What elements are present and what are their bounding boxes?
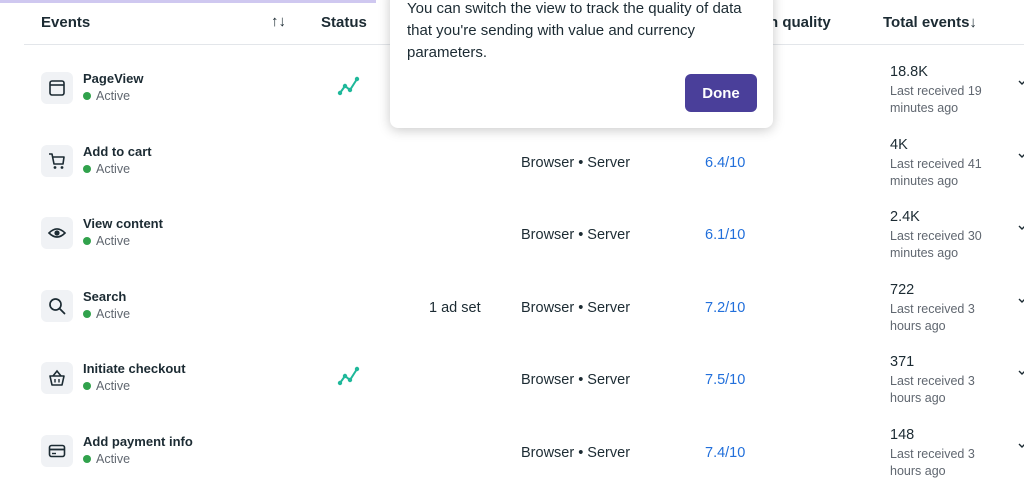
active-status-dot <box>83 92 91 100</box>
event-status: Active <box>83 162 130 176</box>
event-status-label: Active <box>96 379 131 393</box>
basket-icon <box>49 369 65 386</box>
last-received-text: Last received 41 minutes ago <box>890 157 982 188</box>
event-icon-container <box>41 217 73 249</box>
event-icon-container <box>41 435 73 467</box>
last-received-text: Last received 3 hours ago <box>890 302 975 333</box>
page-icon <box>49 80 65 96</box>
event-name[interactable]: Add payment info <box>83 434 193 449</box>
event-name[interactable]: Initiate checkout <box>83 361 186 376</box>
events-column-header[interactable]: Events <box>41 14 90 31</box>
active-status-dot <box>83 310 91 318</box>
total-events-count: 148 <box>890 427 915 443</box>
total-events-count: 4K <box>890 137 908 153</box>
event-status: Active <box>83 307 130 321</box>
table-row[interactable]: Initiate checkout Active Browser • Serve… <box>24 354 1024 426</box>
active-status-dot <box>83 165 91 173</box>
total-events-count: 18.8K <box>890 64 928 80</box>
event-status: Active <box>83 379 130 393</box>
event-status: Active <box>83 452 130 466</box>
event-match-quality[interactable]: 7.5/10 <box>705 372 745 388</box>
event-icon-container <box>41 290 73 322</box>
sort-icon[interactable]: ↑↓ <box>271 13 286 30</box>
event-name[interactable]: View content <box>83 216 163 231</box>
event-name[interactable]: Search <box>83 289 126 304</box>
search-icon <box>49 298 66 315</box>
event-status-label: Active <box>96 452 131 466</box>
table-row[interactable]: Search Active 1 ad set Browser • Server … <box>24 282 1024 354</box>
chevron-down-icon[interactable] <box>1018 78 1024 86</box>
integration-type: Browser • Server <box>521 155 631 171</box>
event-icon-container <box>41 145 73 177</box>
chevron-down-icon[interactable] <box>1018 223 1024 231</box>
event-name[interactable]: PageView <box>83 71 143 86</box>
table-row[interactable]: Add payment info Active Browser • Server… <box>24 427 1024 499</box>
event-match-quality[interactable]: 6.4/10 <box>705 155 745 171</box>
last-received-text: Last received 30 minutes ago <box>890 229 982 260</box>
integration-type: Browser • Server <box>521 445 631 461</box>
last-received-text: Last received 3 hours ago <box>890 374 975 405</box>
card-icon <box>48 444 66 458</box>
event-icon-container <box>41 72 73 104</box>
event-status: Active <box>83 89 130 103</box>
event-match-quality[interactable]: 7.4/10 <box>705 445 745 461</box>
event-status-label: Active <box>96 307 131 321</box>
done-button[interactable]: Done <box>685 74 757 112</box>
table-row[interactable]: View content Active Browser • Server 6.1… <box>24 209 1024 281</box>
chevron-down-icon[interactable] <box>1018 296 1024 304</box>
integration-type: Browser • Server <box>521 300 631 316</box>
active-status-dot <box>83 237 91 245</box>
cart-icon <box>49 153 65 169</box>
popover-text: You can switch the view to track the qua… <box>407 0 742 61</box>
event-icon-container <box>41 362 73 394</box>
info-popover: You can switch the view to track the qua… <box>390 0 773 128</box>
last-received-text: Last received 3 hours ago <box>890 447 975 478</box>
event-status-label: Active <box>96 162 131 176</box>
status-column-header[interactable]: Status <box>321 14 367 31</box>
active-status-dot <box>83 382 91 390</box>
chevron-down-icon[interactable] <box>1018 441 1024 449</box>
event-name[interactable]: Add to cart <box>83 144 152 159</box>
chevron-down-icon[interactable] <box>1018 368 1024 376</box>
total-events-column-header[interactable]: Total events↓ <box>883 14 977 31</box>
eye-icon <box>47 228 67 238</box>
table-row[interactable]: Add to cart Active Browser • Server 6.4/… <box>24 137 1024 209</box>
ad-set-count[interactable]: 1 ad set <box>429 300 481 316</box>
match-quality-column-header[interactable]: h quality <box>769 14 831 31</box>
event-match-quality[interactable]: 6.1/10 <box>705 227 745 243</box>
event-match-quality[interactable]: 7.2/10 <box>705 300 745 316</box>
total-events-count: 722 <box>890 282 915 298</box>
activity-spark-icon <box>337 366 360 386</box>
total-events-count: 371 <box>890 354 915 370</box>
event-status-label: Active <box>96 89 131 103</box>
integration-type: Browser • Server <box>521 227 631 243</box>
integration-type: Browser • Server <box>521 372 631 388</box>
chevron-down-icon[interactable] <box>1018 151 1024 159</box>
event-status: Active <box>83 234 130 248</box>
event-status-label: Active <box>96 234 131 248</box>
active-status-dot <box>83 455 91 463</box>
last-received-text: Last received 19 minutes ago <box>890 84 982 115</box>
total-events-count: 2.4K <box>890 209 920 225</box>
activity-spark-icon <box>337 76 360 96</box>
